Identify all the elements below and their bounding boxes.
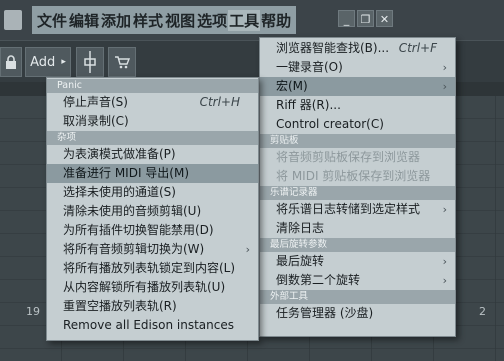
- menu-item-label: 取消录制(C): [63, 114, 129, 128]
- menu-item-stop-sound[interactable]: 停止声音(S) Ctrl+H: [47, 93, 258, 112]
- menu-tools[interactable]: 工具: [228, 9, 261, 31]
- menu-item-clear-log[interactable]: 清除日志: [260, 219, 455, 238]
- menu-file[interactable]: 文件: [36, 10, 68, 31]
- submenu-arrow-icon: ›: [442, 255, 447, 268]
- close-button[interactable]: ✕: [376, 10, 393, 27]
- menu-item-last-tweaked[interactable]: 最后旋转 ›: [260, 252, 455, 271]
- menu-item-label: 将所有播放列表轨锁定到内容(L): [63, 261, 236, 275]
- menu-item-remove-edison[interactable]: Remove all Edison instances: [47, 316, 258, 335]
- menu-item-label: 停止声音(S): [63, 95, 128, 109]
- menu-item-second-last-tweaked[interactable]: 倒数第二个旋转 ›: [260, 271, 455, 290]
- menu-item-control-creator[interactable]: Control creator(C): [260, 115, 455, 134]
- menu-item-one-click-record[interactable]: 一键录音(O) ›: [260, 58, 455, 77]
- menu-item-label: 将音频剪贴板保存到浏览器: [276, 150, 421, 164]
- bar-number: 19: [26, 305, 40, 318]
- menu-item-label: 任务管理器 (沙盘): [276, 306, 374, 320]
- add-button[interactable]: Add ▸: [25, 47, 71, 77]
- menu-item-label: 从内容解锁所有播放列表轨(U): [63, 280, 226, 294]
- menu-item-purge-unused-audio[interactable]: 清除未使用的音频剪辑(U): [47, 202, 258, 221]
- menu-help[interactable]: 帮助: [260, 10, 292, 31]
- submenu-arrow-icon: ›: [442, 203, 447, 216]
- menu-item-macros[interactable]: 宏(M) ›: [260, 77, 455, 96]
- menu-item-lock-tracks[interactable]: 将所有播放列表轨锁定到内容(L): [47, 259, 258, 278]
- bar-number: 2: [479, 305, 486, 318]
- menu-item-prepare-midi-export[interactable]: 准备进行 MIDI 导出(M): [47, 164, 258, 183]
- restore-button[interactable]: ❐: [357, 10, 374, 27]
- shortcut-text: Ctrl+F: [398, 41, 437, 55]
- tools-menu: 浏览器智能查找(B)... Ctrl+F 一键录音(O) › 宏(M) › Ri…: [259, 37, 456, 337]
- menu-item-label: 倒数第二个旋转: [276, 273, 361, 287]
- shortcut-text: Ctrl+H: [199, 95, 240, 109]
- section-header-misc: 杂项: [47, 131, 258, 145]
- menu-view[interactable]: 视图: [164, 10, 196, 31]
- section-header-last-tweaked: 最后旋转参数: [260, 238, 455, 252]
- submenu-arrow-icon: ›: [245, 243, 250, 256]
- menu-item-browser-smart-find[interactable]: 浏览器智能查找(B)... Ctrl+F: [260, 39, 455, 58]
- window-controls: _ ❐ ✕: [338, 10, 393, 27]
- submenu-arrow-icon: ›: [442, 80, 447, 93]
- menu-item-toggle-smart-disable[interactable]: 为所有插件切换智能禁用(D): [47, 221, 258, 240]
- submenu-arrow-icon: ›: [442, 61, 447, 74]
- macros-submenu: Panic 停止声音(S) Ctrl+H 取消录制(C) 杂项 为表演模式做准备…: [46, 77, 259, 341]
- section-header-score-logger: 乐谱记录器: [260, 186, 455, 200]
- section-header-clipboard: 剪贴板: [260, 134, 455, 148]
- menu-item-save-audio-clipboard: 将音频剪贴板保存到浏览器: [260, 148, 455, 167]
- menu-item-prepare-performance[interactable]: 为表演模式做准备(P): [47, 145, 258, 164]
- submenu-arrow-icon: ›: [442, 274, 447, 287]
- cart-icon[interactable]: [108, 47, 136, 77]
- menu-item-label: 将 MIDI 剪贴板保存到浏览器: [276, 169, 431, 183]
- menu-item-label: 浏览器智能查找(B)...: [276, 41, 390, 55]
- menu-options[interactable]: 选项: [196, 10, 228, 31]
- minimize-button[interactable]: _: [338, 10, 355, 27]
- main-menu-bar: 文件 编辑 添加 样式 视图 选项 工具 帮助: [32, 6, 297, 34]
- menu-item-unlock-tracks[interactable]: 从内容解锁所有播放列表轨(U): [47, 278, 258, 297]
- menu-item-label: 准备进行 MIDI 导出(M): [63, 166, 190, 180]
- menu-item-label: 选择未使用的通道(S): [63, 185, 176, 199]
- menu-add[interactable]: 添加: [100, 10, 132, 31]
- menu-item-label: 重置空播放列表轨(R): [63, 299, 177, 313]
- menu-item-label: 清除日志: [276, 221, 325, 235]
- menu-item-label: 为所有插件切换智能禁用(D): [63, 223, 214, 237]
- menu-item-label: 宏(M): [276, 79, 308, 93]
- menu-item-reset-empty-tracks[interactable]: 重置空播放列表轨(R): [47, 297, 258, 316]
- menu-item-label: 将所有音频剪辑切换为(W): [63, 242, 205, 256]
- title-bar: 文件 编辑 添加 样式 视图 选项 工具 帮助 _ ❐ ✕: [0, 0, 504, 40]
- menu-item-label: Remove all Edison instances: [63, 318, 234, 332]
- menu-edit[interactable]: 编辑: [68, 10, 100, 31]
- menu-item-task-manager[interactable]: 任务管理器 (沙盘): [260, 304, 455, 323]
- menu-item-save-midi-clipboard: 将 MIDI 剪贴板保存到浏览器: [260, 167, 455, 186]
- section-header-panic: Panic: [47, 79, 258, 93]
- section-header-external-tools: 外部工具: [260, 290, 455, 304]
- menu-patterns[interactable]: 样式: [132, 10, 164, 31]
- menu-item-label: Control creator(C): [276, 117, 384, 131]
- add-button-label: Add: [30, 54, 56, 70]
- menu-item-label: 最后旋转: [276, 254, 325, 268]
- menu-item-label: Riff 器(R)...: [276, 98, 341, 112]
- menu-item-dump-score-log[interactable]: 将乐谱日志转储到选定样式 ›: [260, 200, 455, 219]
- menu-item-cancel-recording[interactable]: 取消录制(C): [47, 112, 258, 131]
- menu-item-switch-audio-clips[interactable]: 将所有音频剪辑切换为(W) ›: [47, 240, 258, 259]
- menu-item-label: 为表演模式做准备(P): [63, 147, 176, 161]
- app-icon[interactable]: [4, 10, 22, 30]
- snap-icon[interactable]: [76, 47, 104, 77]
- menu-item-label: 将乐谱日志转储到选定样式: [276, 202, 421, 216]
- chevron-right-icon: ▸: [61, 57, 66, 67]
- menu-item-label: 清除未使用的音频剪辑(U): [63, 204, 202, 218]
- lock-icon[interactable]: [0, 47, 22, 77]
- menu-item-select-unused-channels[interactable]: 选择未使用的通道(S): [47, 183, 258, 202]
- menu-item-label: 一键录音(O): [276, 60, 343, 74]
- menu-item-riff-machine[interactable]: Riff 器(R)...: [260, 96, 455, 115]
